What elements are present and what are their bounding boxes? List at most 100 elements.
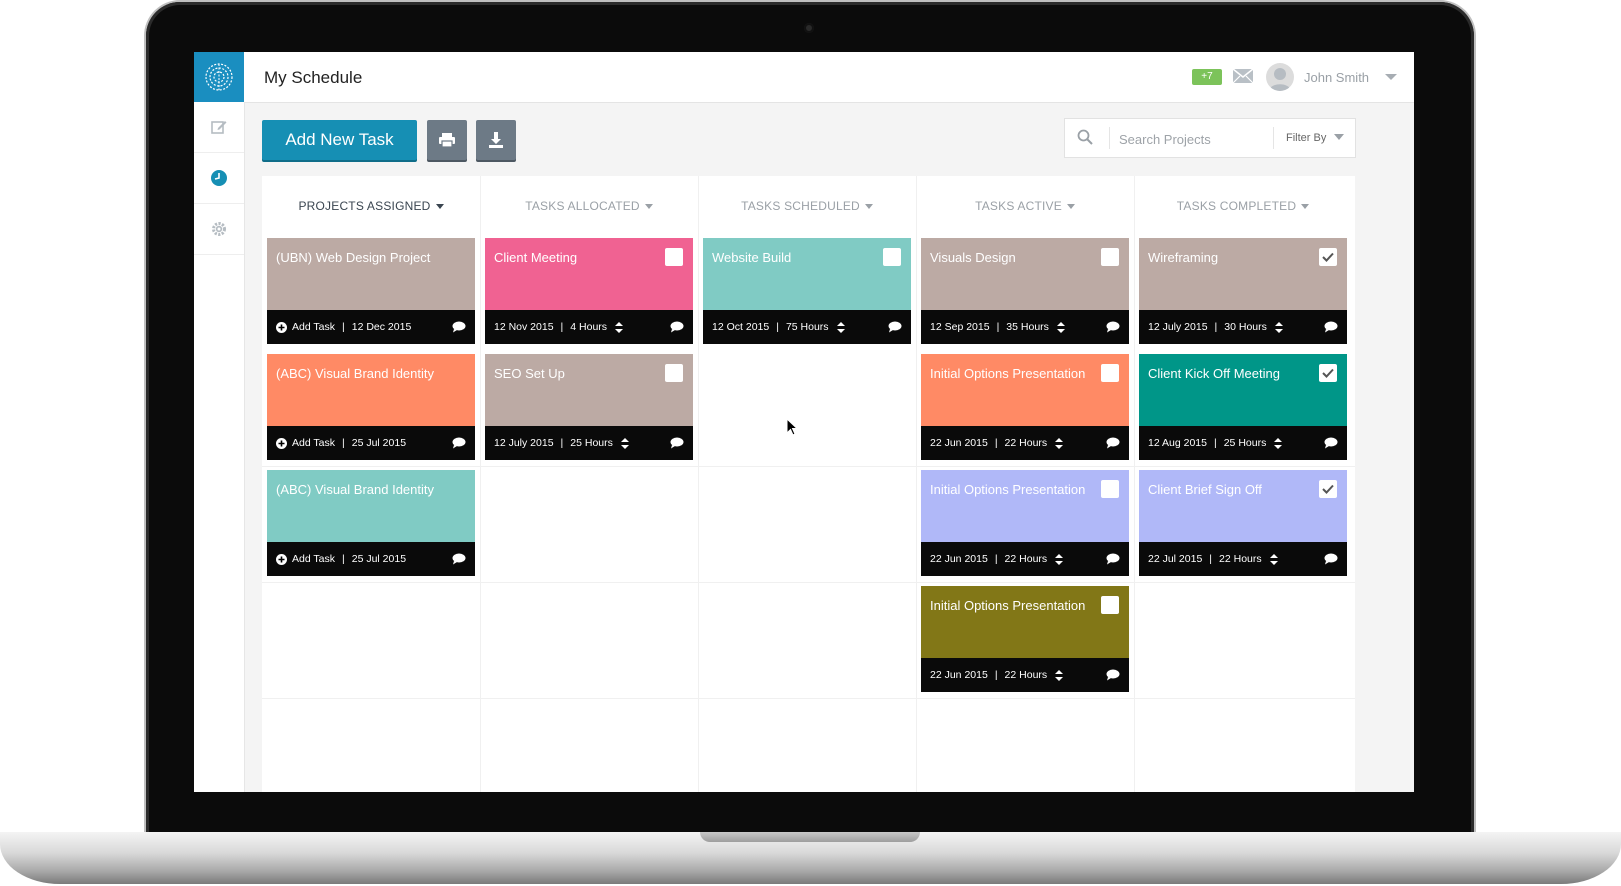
task-card[interactable]: Initial Options Presentation 22 Jun 2015… [921, 586, 1129, 692]
search-input[interactable] [1117, 126, 1271, 152]
plus-circle-icon[interactable] [276, 437, 287, 449]
task-checkbox-checked[interactable] [1319, 364, 1337, 382]
search-divider [1109, 127, 1110, 149]
task-card[interactable]: Initial Options Presentation 22 Jun 2015… [921, 470, 1129, 576]
chevron-down-icon[interactable] [1384, 72, 1398, 82]
add-task-link[interactable]: Add Task [292, 437, 335, 449]
card-title: SEO Set Up [494, 366, 565, 381]
search-icon [1077, 129, 1093, 145]
card-hours: 35 Hours [1006, 321, 1049, 333]
card-title: (ABC) Visual Brand Identity [276, 366, 434, 381]
card-title: Client Kick Off Meeting [1148, 366, 1280, 381]
comment-icon[interactable] [1106, 669, 1120, 681]
task-card[interactable]: Wireframing 12 July 2015 | 30 Hours [1139, 238, 1347, 344]
avatar[interactable] [1266, 63, 1294, 91]
task-card[interactable]: SEO Set Up 12 July 2015 | 25 Hours [485, 354, 693, 460]
task-card[interactable]: Client Meeting 12 Nov 2015 | 4 Hours [485, 238, 693, 344]
task-card[interactable]: Client Kick Off Meeting 12 Aug 2015 | 25… [1139, 354, 1347, 460]
task-card[interactable]: Initial Options Presentation 22 Jun 2015… [921, 354, 1129, 460]
card-date: 12 Sep 2015 [930, 321, 990, 333]
task-checkbox-checked[interactable] [1319, 480, 1337, 498]
sidebar-item-schedule[interactable] [194, 153, 244, 204]
task-card[interactable]: Visuals Design 12 Sep 2015 | 35 Hours [921, 238, 1129, 344]
task-checkbox[interactable] [1101, 480, 1119, 498]
separator: | [560, 437, 564, 449]
task-checkbox[interactable] [883, 248, 901, 266]
mouse-cursor-icon [786, 418, 798, 436]
task-checkbox[interactable] [1101, 248, 1119, 266]
sort-icon[interactable] [620, 437, 629, 449]
sort-icon[interactable] [1274, 321, 1283, 333]
comment-icon[interactable] [1324, 437, 1338, 449]
sort-icon[interactable] [615, 321, 624, 333]
separator: | [342, 553, 345, 565]
project-card[interactable]: (ABC) Visual Brand Identity Add Task | 2… [267, 470, 475, 576]
notification-badge[interactable]: +7 [1192, 69, 1222, 85]
card-title: Initial Options Presentation [930, 482, 1086, 497]
download-button[interactable] [476, 120, 516, 160]
comment-icon[interactable] [1324, 553, 1338, 565]
task-card[interactable]: Client Brief Sign Off 22 Jul 2015 | 22 H… [1139, 470, 1347, 576]
plus-circle-icon[interactable] [276, 321, 287, 333]
print-button[interactable] [427, 120, 467, 160]
chevron-down-icon[interactable] [1333, 133, 1345, 141]
globe-logo-icon [205, 63, 233, 91]
sort-icon[interactable] [836, 321, 845, 333]
column-tasks-scheduled: TASKS SCHEDULED Website Build 12 Oct 201… [698, 176, 917, 792]
comment-icon[interactable] [1324, 321, 1338, 333]
task-checkbox-checked[interactable] [1319, 248, 1337, 266]
separator: | [1214, 321, 1218, 333]
comment-icon[interactable] [670, 321, 684, 333]
add-task-link[interactable]: Add Task [292, 553, 335, 565]
comment-icon[interactable] [1106, 321, 1120, 333]
app-logo[interactable] [194, 52, 244, 102]
page-title: My Schedule [264, 68, 363, 87]
card-footer: Add Task | 12 Dec 2015 [267, 310, 475, 344]
plus-circle-icon[interactable] [276, 553, 287, 565]
sort-icon[interactable] [1274, 437, 1283, 449]
project-card[interactable]: (UBN) Web Design Project Add Task | 12 D… [267, 238, 475, 344]
card-body: Wireframing [1139, 238, 1347, 310]
column-tasks-active: TASKS ACTIVE Visuals Design 12 Sep 2015 … [916, 176, 1135, 792]
card-footer: 12 Nov 2015 | 4 Hours [485, 310, 693, 344]
comment-icon[interactable] [452, 321, 466, 333]
column-header[interactable]: TASKS ACTIVE [916, 176, 1134, 236]
filter-by-dropdown[interactable]: Filter By [1286, 132, 1326, 144]
sidebar-item-edit[interactable] [194, 102, 244, 153]
task-checkbox[interactable] [665, 364, 683, 382]
add-task-link[interactable]: Add Task [292, 321, 335, 333]
caret-down-icon [644, 203, 653, 209]
sort-icon[interactable] [1055, 669, 1064, 681]
task-card[interactable]: Website Build 12 Oct 2015 | 75 Hours [703, 238, 911, 344]
sort-icon[interactable] [1055, 437, 1064, 449]
card-hours: 30 Hours [1224, 321, 1267, 333]
column-tasks-allocated: TASKS ALLOCATED Client Meeting 12 Nov 20… [480, 176, 699, 792]
user-name[interactable]: John Smith [1304, 70, 1369, 85]
card-title: Wireframing [1148, 250, 1219, 265]
column-header-label: TASKS ALLOCATED [525, 199, 640, 213]
sort-icon[interactable] [1056, 321, 1065, 333]
sort-icon[interactable] [1055, 553, 1064, 565]
column-header[interactable]: TASKS ALLOCATED [480, 176, 698, 236]
filter-divider [1273, 127, 1274, 149]
project-card[interactable]: (ABC) Visual Brand Identity Add Task | 2… [267, 354, 475, 460]
column-header[interactable]: TASKS SCHEDULED [698, 176, 916, 236]
add-new-task-button[interactable]: Add New Task [262, 120, 417, 160]
task-checkbox[interactable] [665, 248, 683, 266]
comment-icon[interactable] [452, 437, 466, 449]
comment-icon[interactable] [888, 321, 902, 333]
comment-icon[interactable] [670, 437, 684, 449]
task-checkbox[interactable] [1101, 364, 1119, 382]
column-header[interactable]: PROJECTS ASSIGNED [262, 176, 480, 236]
sort-icon[interactable] [1269, 553, 1278, 565]
comment-icon[interactable] [1106, 437, 1120, 449]
comment-icon[interactable] [452, 553, 466, 565]
column-header[interactable]: TASKS COMPLETED [1134, 176, 1352, 236]
mail-icon[interactable] [1232, 67, 1254, 85]
card-hours: 22 Hours [1004, 437, 1048, 449]
sidebar-item-settings[interactable] [194, 204, 244, 255]
comment-icon[interactable] [1106, 553, 1120, 565]
separator: | [342, 437, 345, 449]
checkmark-icon [1322, 252, 1334, 262]
task-checkbox[interactable] [1101, 596, 1119, 614]
